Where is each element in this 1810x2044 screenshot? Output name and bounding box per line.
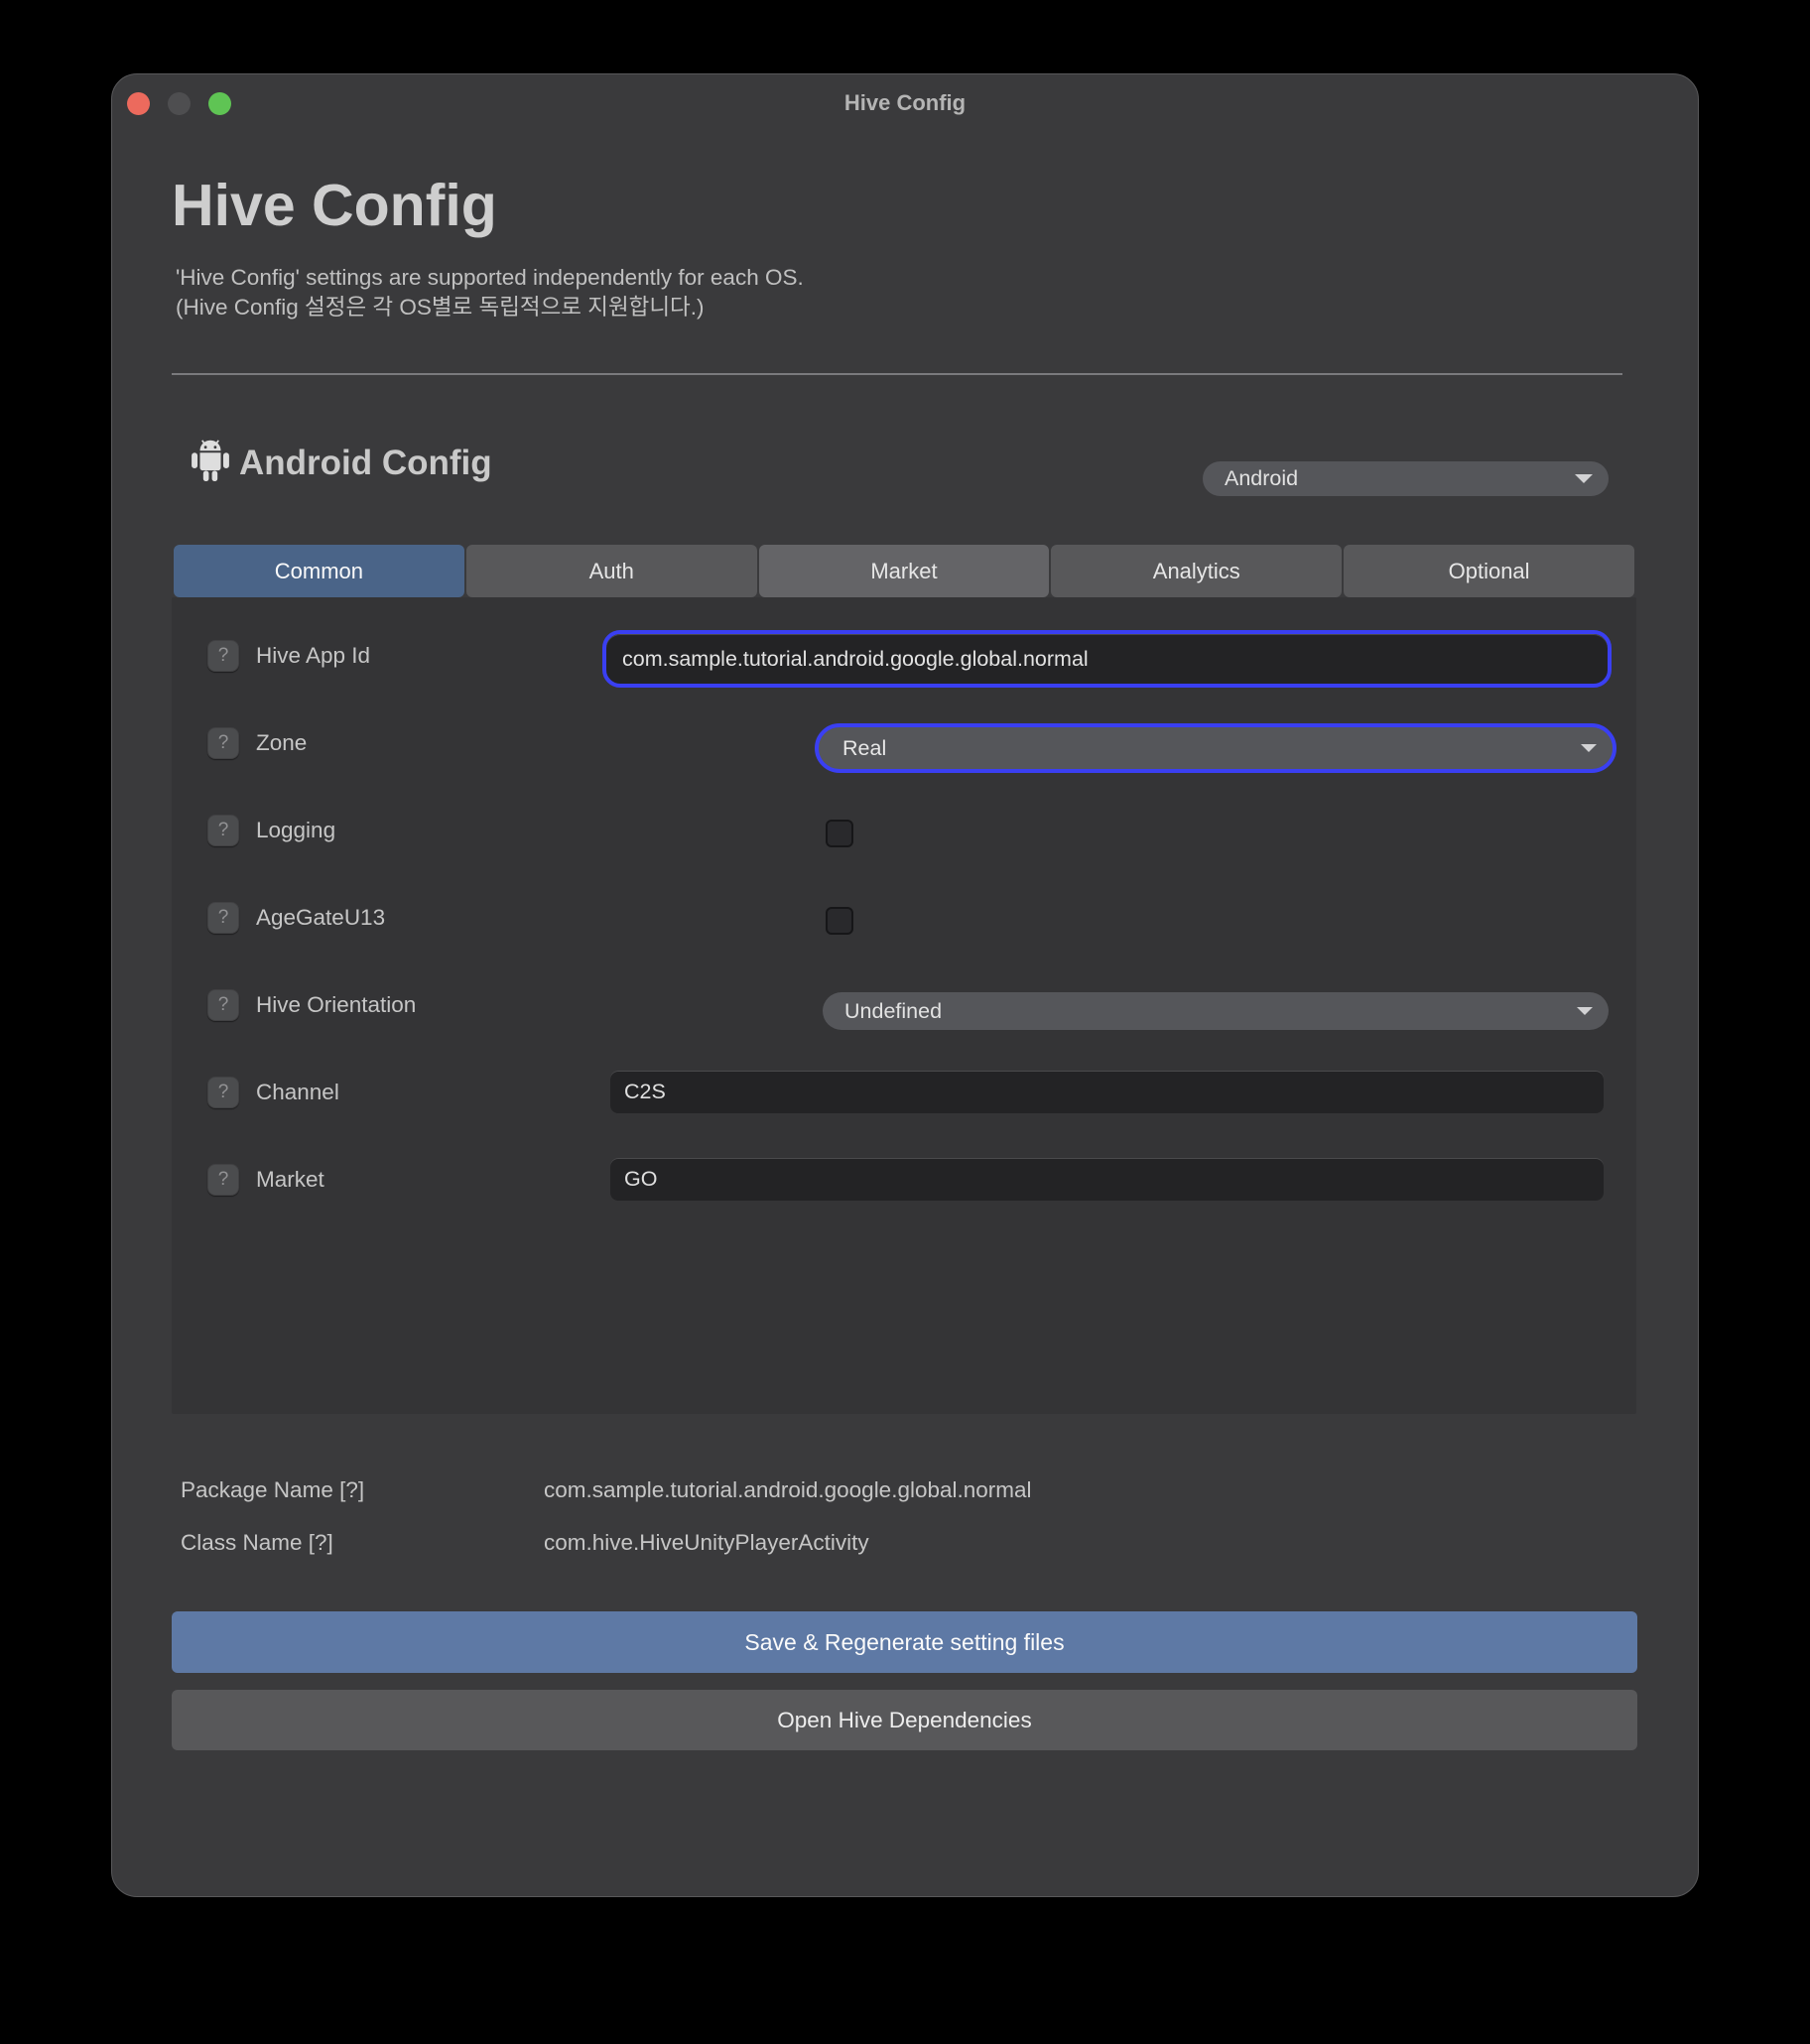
agegate-checkbox[interactable]	[826, 907, 853, 935]
market-input[interactable]	[610, 1158, 1604, 1201]
zone-label-group: ? Zone	[207, 727, 307, 759]
tab-optional[interactable]: Optional	[1344, 545, 1634, 597]
package-name-label: Package Name [?]	[181, 1477, 364, 1503]
agegate-label: AgeGateU13	[256, 905, 385, 931]
orientation-select-value: Undefined	[823, 999, 1577, 1024]
chevron-down-icon	[1577, 1007, 1593, 1015]
agegate-label-group: ? AgeGateU13	[207, 902, 385, 934]
help-logging-button[interactable]: ?	[207, 815, 239, 846]
os-select-dropdown[interactable]: Android	[1203, 461, 1609, 496]
question-icon: ?	[218, 994, 229, 1016]
os-select-value: Android	[1203, 466, 1575, 491]
package-name-value: com.sample.tutorial.android.google.globa…	[544, 1477, 1032, 1503]
logging-label: Logging	[256, 818, 335, 843]
hive-config-window: Hive Config Hive Config 'Hive Config' se…	[111, 73, 1699, 1897]
subtitle-line-ko: (Hive Config 설정은 각 OS별로 독립적으로 지원합니다.)	[176, 293, 804, 322]
help-channel-button[interactable]: ?	[207, 1077, 239, 1108]
hive-app-id-label-group: ? Hive App Id	[207, 640, 370, 672]
tab-auth[interactable]: Auth	[466, 545, 757, 597]
section-title: Android Config	[239, 444, 492, 483]
page-subtitle: 'Hive Config' settings are supported ind…	[176, 263, 804, 322]
question-icon: ?	[218, 907, 229, 929]
help-market-button[interactable]: ?	[207, 1164, 239, 1196]
question-icon: ?	[218, 645, 229, 667]
subtitle-line-en: 'Hive Config' settings are supported ind…	[176, 263, 804, 293]
logging-checkbox[interactable]	[826, 820, 853, 847]
help-zone-button[interactable]: ?	[207, 727, 239, 759]
tab-market[interactable]: Market	[759, 545, 1050, 597]
channel-label-group: ? Channel	[207, 1077, 339, 1108]
market-label-group: ? Market	[207, 1164, 324, 1196]
orientation-label: Hive Orientation	[256, 992, 416, 1018]
channel-input[interactable]	[610, 1071, 1604, 1113]
hive-app-id-label: Hive App Id	[256, 643, 370, 669]
question-icon: ?	[218, 1169, 229, 1191]
open-dependencies-button[interactable]: Open Hive Dependencies	[172, 1690, 1637, 1750]
tab-analytics[interactable]: Analytics	[1051, 545, 1342, 597]
save-regenerate-button[interactable]: Save & Regenerate setting files	[172, 1611, 1637, 1673]
help-orientation-button[interactable]: ?	[207, 989, 239, 1021]
class-name-label: Class Name [?]	[181, 1530, 333, 1556]
orientation-select-dropdown[interactable]: Undefined	[823, 992, 1609, 1030]
chevron-down-icon	[1575, 474, 1593, 483]
zone-select-value: Real	[819, 736, 1581, 761]
orientation-label-group: ? Hive Orientation	[207, 989, 416, 1021]
logging-label-group: ? Logging	[207, 815, 335, 846]
window-title: Hive Config	[112, 90, 1698, 116]
android-icon	[190, 438, 231, 483]
hive-app-id-focus-ring	[602, 630, 1612, 688]
zone-select-dropdown[interactable]: Real	[815, 723, 1616, 773]
channel-label: Channel	[256, 1080, 339, 1105]
market-label: Market	[256, 1167, 324, 1193]
help-agegate-button[interactable]: ?	[207, 902, 239, 934]
question-icon: ?	[218, 820, 229, 841]
zone-label: Zone	[256, 730, 307, 756]
hive-app-id-input[interactable]	[606, 634, 1608, 684]
page-title: Hive Config	[172, 172, 497, 239]
tab-common[interactable]: Common	[174, 545, 464, 597]
help-hive-app-id-button[interactable]: ?	[207, 640, 239, 672]
class-name-value: com.hive.HiveUnityPlayerActivity	[544, 1530, 869, 1556]
section-divider	[172, 373, 1622, 375]
question-icon: ?	[218, 1082, 229, 1103]
chevron-down-icon	[1581, 744, 1597, 752]
question-icon: ?	[218, 732, 229, 754]
config-tab-bar: Common Auth Market Analytics Optional	[174, 545, 1634, 597]
